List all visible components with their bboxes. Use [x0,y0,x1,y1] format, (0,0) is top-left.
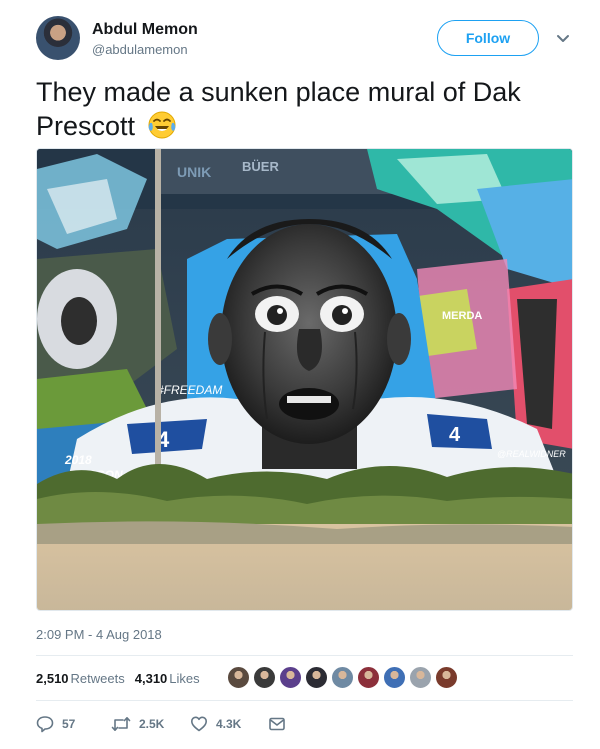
liker-avatar[interactable] [305,666,328,689]
liker-avatar[interactable] [227,666,250,689]
likes-label: Likes [169,670,200,686]
tweet-timestamp[interactable]: 2:09 PM - 4 Aug 2018 [36,627,162,642]
heart-icon [191,716,207,732]
likes-stat[interactable]: 4,310 Likes [135,671,200,686]
retweets-stat[interactable]: 2,510 Retweets [36,671,125,686]
direct-message-button[interactable] [268,715,286,733]
liker-avatar[interactable] [409,666,432,689]
follow-button[interactable]: Follow [437,20,539,56]
user-handle[interactable]: @abdulamemon [92,42,188,57]
liker-avatar[interactable] [331,666,354,689]
divider [36,700,573,701]
like-count: 4.3K [216,717,242,731]
divider [36,655,573,656]
chevron-down-icon [557,35,569,42]
reply-count: 57 [62,717,76,731]
liker-avatar[interactable] [253,666,276,689]
liker-avatar[interactable] [383,666,406,689]
jersey-number-right: 4 [449,424,461,446]
likers-avatar-row [227,666,461,689]
mural-photo: UNIK BÜER MERDA 4 4 #FREEDAM 2018 @REALW… [37,149,572,610]
tweet-media-image[interactable]: UNIK BÜER MERDA 4 4 #FREEDAM 2018 @REALW… [36,148,573,611]
avatar[interactable] [36,16,80,60]
retweet-count: 2.5K [139,717,165,731]
liker-avatar[interactable] [279,666,302,689]
face-with-tears-of-joy-icon [148,111,176,139]
tweet-actions: 57 2.5K 4.3K [36,712,286,736]
display-name[interactable]: Abdul Memon [92,21,198,39]
mural-tag-artist: @REALWIDNER [497,449,566,459]
retweet-icon [111,717,131,731]
likes-count: 4,310 [134,670,168,686]
envelope-icon [269,717,285,731]
mural-tag-merda: MERDA [442,310,482,322]
liker-avatar[interactable] [435,666,458,689]
mural-tag-unik: UNIK [177,164,211,180]
tweet-header: Abdul Memon @abdulamemon Follow [0,0,600,75]
more-options-button[interactable] [552,28,574,50]
retweet-button[interactable]: 2.5K [111,715,190,733]
liker-avatar[interactable] [357,666,380,689]
retweets-count: 2,510 [36,670,69,686]
tweet-stats: 2,510 Retweets 4,310 Likes [36,662,210,694]
mural-tag-buer: BÜER [242,159,279,174]
reply-button[interactable]: 57 [36,715,111,733]
tweet-text: They made a sunken place mural of Dak Pr… [36,75,566,143]
mural-tag-freedam: #FREEDAM [157,383,222,397]
tweet-body: They made a sunken place mural of Dak Pr… [36,77,521,141]
like-button[interactable]: 4.3K [190,715,268,733]
retweets-label: Retweets [70,670,125,686]
reply-icon [36,716,54,733]
mural-tag-2018: 2018 [64,453,92,467]
